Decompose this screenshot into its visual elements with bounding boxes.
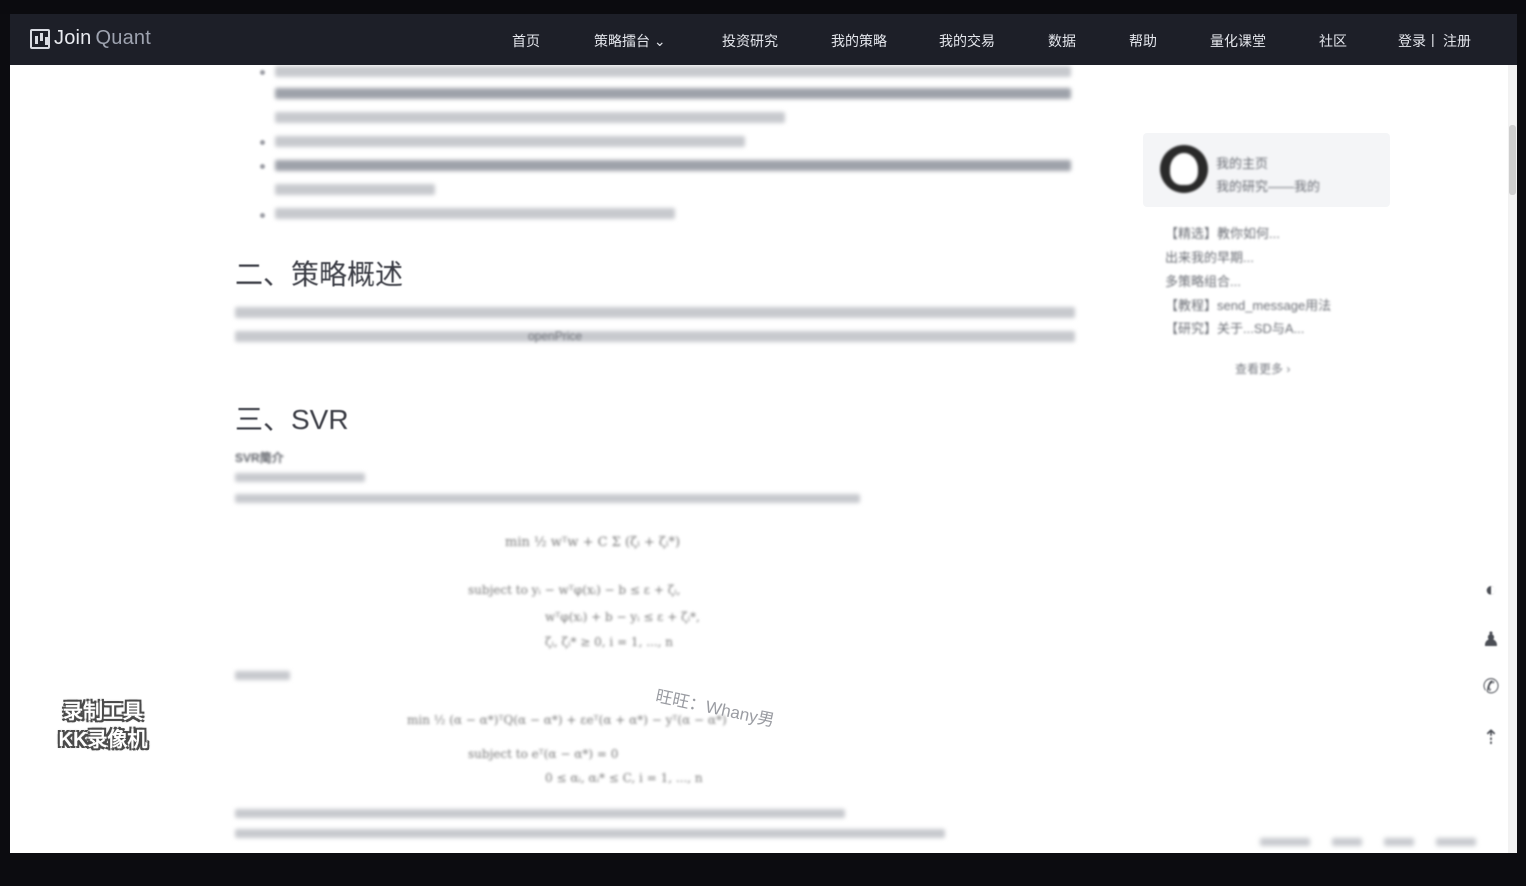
list-item-text [275, 160, 1071, 171]
formula-objective: min ½ wᵀw + C Σ (ζᵢ + ζᵢ*) [505, 535, 681, 550]
paragraph-line [235, 671, 290, 680]
sidebar-link[interactable]: 【精选】教你如何... [1165, 223, 1280, 242]
nav-strategy-arena[interactable]: 策略擂台 ⌄ [594, 31, 666, 51]
footer-tool[interactable] [1436, 838, 1476, 846]
list-bullet [260, 164, 265, 169]
nav-register[interactable]: 注册 [1443, 31, 1471, 51]
list-item-text [275, 184, 435, 195]
list-item-text [275, 66, 1071, 77]
nav-community[interactable]: 社区 [1319, 31, 1347, 51]
sidebar-link[interactable]: 出来我的早期... [1165, 247, 1254, 266]
page-scrollbar[interactable] [1508, 65, 1517, 853]
wechat-icon[interactable]: ◐ [1478, 577, 1504, 603]
nav-strategy-arena-label: 策略擂台 [594, 33, 650, 49]
author-card-subtitle: 我的研究——我的 [1216, 179, 1321, 194]
list-item-text [275, 88, 1071, 99]
view-more-link[interactable]: 查看更多 › [1235, 360, 1290, 377]
footer-tool[interactable] [1384, 838, 1414, 846]
nav-research[interactable]: 投资研究 [722, 31, 778, 51]
section-heading-strategy-overview: 二、策略概述 [235, 259, 404, 290]
window-top-strip [0, 0, 1526, 14]
paragraph-line [235, 494, 860, 503]
sidebar-link[interactable]: 【教程】send_message用法 [1165, 295, 1331, 314]
logo-text-sub: Quant [95, 27, 151, 49]
footer-tool[interactable] [1260, 838, 1310, 846]
paragraph-line [235, 473, 365, 482]
author-card-title: 我的主页 [1216, 156, 1269, 171]
top-navbar: Join Quant 首页 策略擂台 ⌄ 投资研究 我的策略 我的交易 数据 帮助… [10, 14, 1517, 65]
paragraph-line [235, 331, 1075, 342]
paragraph-line [235, 829, 945, 838]
formula-dual-constraint-1: subject to eᵀ(α − α*) = 0 [468, 747, 619, 761]
footer-tool[interactable] [1332, 838, 1362, 846]
recorder-watermark: 录制工具 KK录像机 [33, 698, 173, 754]
back-to-top-icon[interactable]: ⇡ [1478, 725, 1504, 751]
formula-dual: min ½ (α − α*)ᵀQ(α − α*) + εeᵀ(α + α*) −… [407, 713, 727, 727]
nav-my-strategy[interactable]: 我的策略 [831, 31, 887, 51]
nav-separator: | [1431, 31, 1435, 47]
nav-help[interactable]: 帮助 [1129, 31, 1157, 51]
nav-home[interactable]: 首页 [512, 31, 540, 51]
formula-dual-constraint-2: 0 ≤ αᵢ, αᵢ* ≤ C, i = 1, ..., n [545, 771, 703, 785]
list-item-text [275, 112, 785, 123]
footer-toolbar [1260, 838, 1476, 846]
list-bullet [260, 70, 265, 75]
window-bottom-strip [0, 853, 1526, 886]
paragraph-line [235, 307, 1075, 318]
logo-text-main: Join [54, 27, 92, 49]
formula-constraint-3: ζᵢ, ζᵢ* ≥ 0, i = 1, ..., n [545, 635, 673, 649]
formula-constraint-1: subject to yᵢ − wᵀφ(xᵢ) − b ≤ ε + ζᵢ, [468, 583, 681, 597]
article-page: 二、策略概述 openPrice 三、SVR SVR简介 min ½ wᵀw +… [10, 65, 1517, 853]
joinquant-logo[interactable]: Join Quant [30, 27, 151, 50]
list-item-text [275, 136, 745, 147]
paragraph-line [235, 809, 845, 818]
logo-chart-icon [30, 28, 50, 49]
sidebar-link[interactable]: 多策略组合... [1165, 271, 1241, 290]
chevron-down-icon: ⌄ [653, 33, 666, 49]
nav-login[interactable]: 登录 [1398, 31, 1426, 51]
phone-icon[interactable]: ✆ [1478, 674, 1504, 700]
avatar[interactable] [1160, 145, 1208, 193]
list-bullet [260, 213, 265, 218]
formula-constraint-2: wᵀφ(xᵢ) + b − yᵢ ≤ ε + ζᵢ*, [545, 610, 700, 624]
nav-data[interactable]: 数据 [1048, 31, 1076, 51]
svr-intro-label: SVR简介 [235, 451, 284, 465]
list-bullet [260, 140, 265, 145]
section-heading-svr: 三、SVR [235, 404, 349, 435]
qq-icon[interactable]: ♟ [1478, 627, 1504, 653]
sidebar-link[interactable]: 【研究】关于...SD与A... [1165, 318, 1304, 337]
watermark-line-1: 录制工具 [63, 701, 143, 723]
nav-quant-class[interactable]: 量化课堂 [1210, 31, 1266, 51]
list-item-text [275, 208, 675, 219]
scrollbar-thumb[interactable] [1509, 125, 1516, 195]
inline-code-openprice: openPrice [528, 329, 583, 343]
watermark-line-2: KK录像机 [58, 729, 148, 751]
nav-my-trades[interactable]: 我的交易 [939, 31, 995, 51]
